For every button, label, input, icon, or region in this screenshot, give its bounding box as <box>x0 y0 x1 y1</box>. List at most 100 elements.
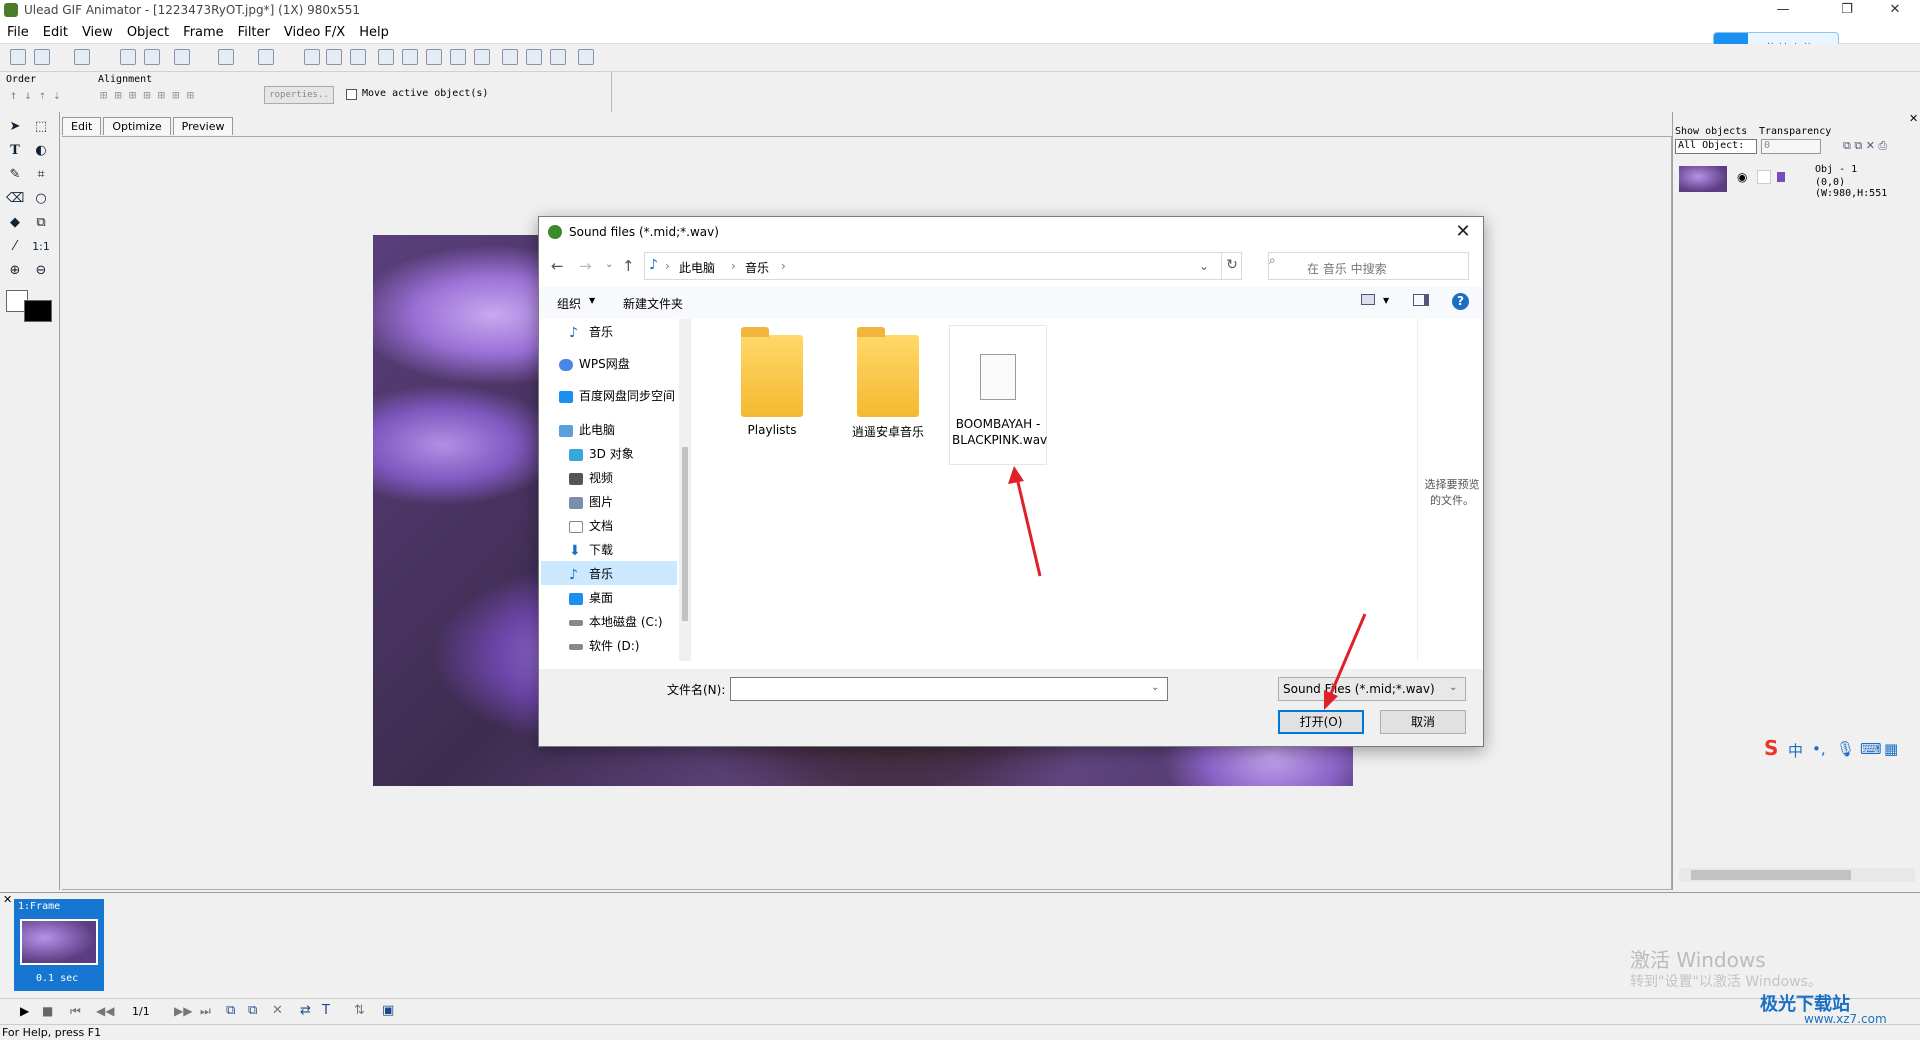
close-window-button[interactable]: ✕ <box>1872 0 1918 22</box>
forward-arrow-icon[interactable]: → <box>579 257 592 275</box>
tween-icon[interactable] <box>474 49 490 65</box>
crop-tool-icon[interactable]: ⧉ <box>32 214 50 232</box>
close-panel-icon[interactable]: ✕ <box>1909 112 1918 125</box>
nav-item-desktop[interactable]: 桌面 <box>569 589 613 606</box>
keyboard-icon[interactable]: ⌨ <box>1860 740 1882 758</box>
copy-icon[interactable] <box>326 49 342 65</box>
save-icon[interactable] <box>74 49 90 65</box>
play-icon[interactable]: ▶ <box>20 1004 29 1018</box>
transparency-input[interactable]: 0 <box>1761 139 1821 154</box>
object-tool-icons[interactable]: ⧉ ⧉ ✕ ⎙ <box>1843 139 1887 153</box>
address-bar[interactable]: ♪ › 此电脑 › 音乐 › ⌄ ↻ <box>644 252 1242 280</box>
help-pointer-icon[interactable] <box>578 49 594 65</box>
actual-size-icon[interactable]: 1:1 <box>32 238 50 256</box>
view-mode-icon[interactable] <box>1361 294 1375 305</box>
eyedropper-icon[interactable]: ⁄ <box>6 238 24 256</box>
search-input[interactable]: ⌕ 在 音乐 中搜索 <box>1268 252 1469 280</box>
transform-tool-icon[interactable]: ◐ <box>32 142 50 160</box>
eraser-tool-icon[interactable]: ⌫ <box>6 190 24 208</box>
duplicate-frame-icon[interactable] <box>426 49 442 65</box>
first-frame-icon[interactable]: ⏮ <box>70 1004 81 1019</box>
magic-wand-icon[interactable]: ○ <box>32 190 50 208</box>
visibility-eye-icon[interactable]: ◉ <box>1737 170 1747 184</box>
delete-frame-icon[interactable] <box>450 49 466 65</box>
menu-video-fx[interactable]: Video F/X <box>277 22 352 43</box>
nav-item-videos[interactable]: 视频 <box>569 469 613 486</box>
export-icon[interactable] <box>174 49 190 65</box>
nav-item-baidu-cloud[interactable]: 百度网盘同步空间 <box>559 387 675 404</box>
toolbox-icon[interactable]: ▦ <box>1884 740 1898 758</box>
select-tool-icon[interactable]: ⬚ <box>32 118 50 136</box>
nav-item-drive-c[interactable]: 本地磁盘 (C:) <box>569 613 663 630</box>
minimize-button[interactable]: — <box>1760 0 1806 22</box>
frame-icon[interactable] <box>378 49 394 65</box>
nav-scrollbar[interactable] <box>679 319 691 661</box>
nav-item-music[interactable]: ♪ 音乐 <box>569 323 613 341</box>
undo-icon[interactable] <box>218 49 234 65</box>
menu-filter[interactable]: Filter <box>231 22 277 43</box>
new-folder-button[interactable]: 新建文件夹 <box>623 295 683 312</box>
microphone-icon[interactable]: 🎙 <box>1836 740 1855 758</box>
tab-optimize[interactable]: Optimize <box>103 117 171 135</box>
filetype-select[interactable]: Sound Files (*.mid;*.wav) ⌄ <box>1278 677 1466 701</box>
brush-tool-icon[interactable]: ✎ <box>6 166 24 184</box>
refresh-icon[interactable]: ↻ <box>1223 257 1241 273</box>
delete-frame-icon[interactable]: ✕ <box>272 1003 283 1018</box>
file-item-wav[interactable]: BOOMBAYAH - BLACKPINK.wav <box>949 325 1047 465</box>
stop-icon[interactable]: ■ <box>42 1004 53 1018</box>
menu-view[interactable]: View <box>75 22 120 43</box>
sogou-logo-icon[interactable]: S <box>1764 736 1778 760</box>
nav-scrollbar-thumb[interactable] <box>682 447 688 621</box>
tween-icon[interactable]: ⇄ <box>300 1003 311 1018</box>
properties-button[interactable]: roperties.. <box>264 86 334 104</box>
nav-item-wps-cloud[interactable]: WPS网盘 <box>559 355 630 372</box>
chevron-down-icon[interactable]: ⌄ <box>1199 259 1209 273</box>
organize-button[interactable]: 组织 <box>557 295 581 312</box>
tab-preview[interactable]: Preview <box>172 117 234 135</box>
last-frame-icon[interactable]: ⏭ <box>200 1004 211 1019</box>
view-dropdown-icon[interactable]: ▼ <box>1383 296 1389 305</box>
file-item-folder[interactable]: 逍遥安卓音乐 <box>839 327 937 440</box>
alignment-icons[interactable]: ⊞ ⊞ ⊞ ⊞ ⊞ ⊞ ⊞ <box>100 88 194 102</box>
breadcrumb-this-pc[interactable]: 此电脑 <box>679 259 715 276</box>
add-frame-icon[interactable]: ⧉ <box>226 1003 235 1018</box>
show-objects-select[interactable]: All Object: <box>1675 139 1757 154</box>
panel-scrollbar[interactable] <box>1679 868 1915 882</box>
tab-edit[interactable]: Edit <box>62 117 102 135</box>
menu-help[interactable]: Help <box>352 22 396 43</box>
nav-item-drive-d[interactable]: 软件 (D:) <box>569 637 639 654</box>
back-arrow-icon[interactable]: ← <box>551 257 564 275</box>
nav-item-this-pc[interactable]: 此电脑 <box>559 421 615 438</box>
close-frame-panel-icon[interactable]: ✕ <box>3 893 12 906</box>
frame-properties-icon[interactable]: ▣ <box>382 1003 394 1018</box>
pointer-tool-icon[interactable]: ➤ <box>6 118 24 136</box>
previous-frame-icon[interactable]: ◀◀ <box>96 1004 114 1018</box>
paste-icon[interactable] <box>350 49 366 65</box>
nav-item-documents[interactable]: 文档 <box>569 517 613 534</box>
nav-item-downloads[interactable]: ⬇ 下载 <box>569 541 613 559</box>
text-tool-icon[interactable]: T <box>6 142 24 160</box>
banner-text-icon[interactable]: T <box>322 1003 330 1018</box>
menu-file[interactable]: File <box>0 22 36 43</box>
file-item-folder[interactable]: Playlists <box>723 327 821 437</box>
cancel-button[interactable]: 取消 <box>1380 710 1466 734</box>
nav-item-3d-objects[interactable]: 3D 对象 <box>569 445 634 462</box>
video-fx-icon[interactable] <box>550 49 566 65</box>
zoom-out-icon[interactable]: ⊖ <box>32 262 50 280</box>
panel-scrollbar-thumb[interactable] <box>1691 870 1851 880</box>
ime-language[interactable]: 中 <box>1788 740 1803 761</box>
add-image-icon[interactable] <box>120 49 136 65</box>
nav-item-music-selected[interactable]: ♪ 音乐 <box>541 561 677 585</box>
menu-object[interactable]: Object <box>120 22 176 43</box>
duplicate-frame-icon[interactable]: ⧉ <box>248 1003 257 1018</box>
foreground-color-swatch[interactable] <box>24 300 52 322</box>
new-icon[interactable] <box>10 49 26 65</box>
recent-locations-icon[interactable]: ⌄ <box>605 259 613 270</box>
browser-preview-icon[interactable] <box>502 49 518 65</box>
cut-icon[interactable] <box>304 49 320 65</box>
filename-input[interactable]: ⌄ <box>730 677 1168 701</box>
frame-properties-icon[interactable] <box>402 49 418 65</box>
punctuation-icon[interactable]: •, <box>1812 740 1826 758</box>
breadcrumb-music[interactable]: 音乐 <box>745 259 769 276</box>
menu-edit[interactable]: Edit <box>36 22 75 43</box>
